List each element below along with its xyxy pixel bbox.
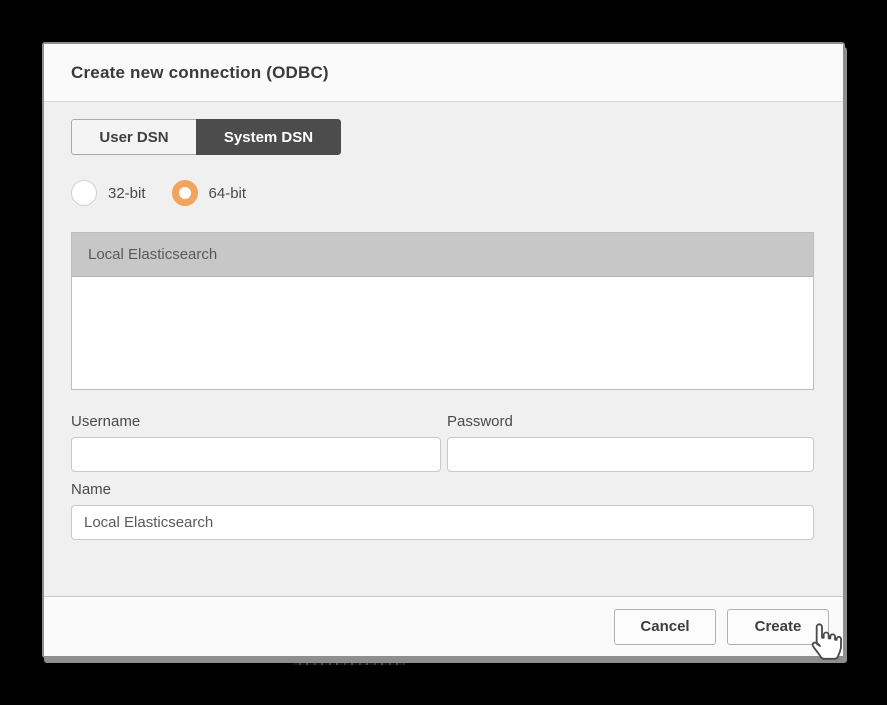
radio-64bit-circle-icon[interactable] — [171, 180, 198, 206]
credentials-row: Username Password — [71, 413, 816, 472]
dsn-tab-group: User DSN System DSN — [71, 119, 341, 155]
radio-option-32bit[interactable]: 32-bit — [71, 180, 146, 206]
dialog-body: User DSN System DSN 32-bit 64-bit Local … — [44, 102, 843, 596]
password-label: Password — [447, 413, 513, 430]
name-input[interactable] — [71, 505, 814, 540]
radio-option-64bit[interactable]: 64-bit — [171, 180, 247, 206]
username-field-group: Username — [71, 413, 441, 472]
architecture-radio-group: 32-bit 64-bit — [71, 180, 816, 206]
password-input[interactable] — [447, 437, 814, 472]
radio-64bit-label: 64-bit — [208, 184, 247, 202]
dialog-footer: Cancel Create — [44, 596, 843, 656]
create-connection-dialog: Create new connection (ODBC) User DSN Sy… — [42, 42, 845, 658]
tab-user-dsn[interactable]: User DSN — [71, 119, 196, 155]
dialog-header: Create new connection (ODBC) — [44, 44, 843, 102]
dsn-list-item[interactable]: Local Elasticsearch — [72, 233, 813, 277]
create-button[interactable]: Create — [727, 608, 829, 645]
dialog-title: Create new connection (ODBC) — [71, 62, 329, 82]
radio-32bit-circle-icon[interactable] — [71, 180, 97, 206]
background-text-fragment-dark — [293, 658, 405, 665]
password-field-group: Password — [447, 413, 814, 472]
name-field-group: Name — [71, 481, 814, 540]
username-input[interactable] — [71, 437, 441, 472]
dsn-list: Local Elasticsearch — [71, 232, 814, 390]
radio-32bit-label: 32-bit — [108, 184, 146, 202]
username-label: Username — [71, 413, 141, 430]
screen-overlay: Create new connection (ODBC) User DSN Sy… — [0, 0, 887, 705]
cancel-button[interactable]: Cancel — [614, 608, 716, 645]
tab-system-dsn[interactable]: System DSN — [196, 119, 341, 155]
name-label: Name — [71, 481, 112, 498]
